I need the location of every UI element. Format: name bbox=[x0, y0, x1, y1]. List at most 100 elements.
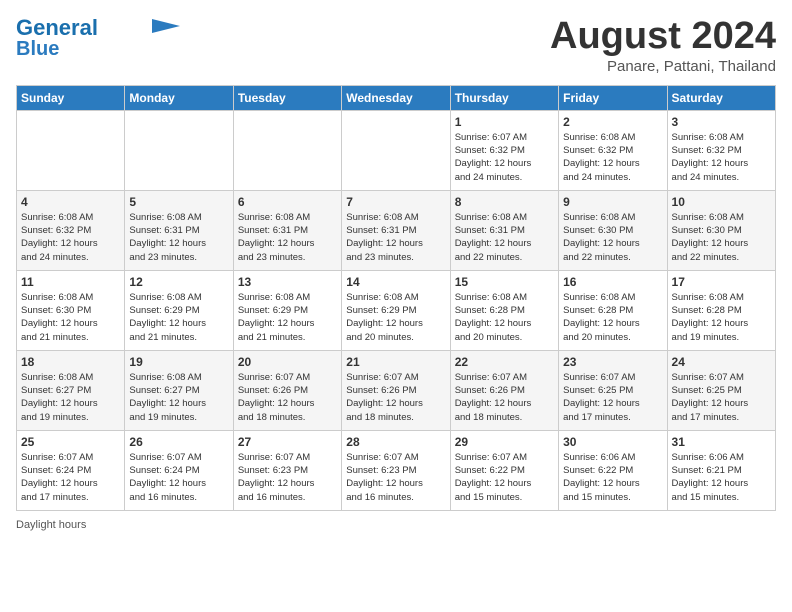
day-number: 20 bbox=[238, 355, 337, 369]
calendar-cell: 19Sunrise: 6:08 AM Sunset: 6:27 PM Dayli… bbox=[125, 350, 233, 430]
day-info: Sunrise: 6:08 AM Sunset: 6:32 PM Dayligh… bbox=[672, 131, 771, 184]
calendar-cell: 15 Sunrise: 6:08 AM Sunset: 6:28 PM Dayli… bbox=[450, 270, 558, 350]
calendar-week-row: 4Sunrise: 6:08 AM Sunset: 6:32 PM Daylig… bbox=[17, 190, 776, 270]
day-info: Sunrise: 6:08 AM Sunset: 6:31 PM Dayligh… bbox=[346, 211, 445, 264]
day-info: Sunrise: 6:08 AM Sunset: 6:31 PM Dayligh… bbox=[455, 211, 554, 264]
day-number: 26 bbox=[129, 435, 228, 449]
calendar-day-header: Tuesday bbox=[233, 85, 341, 110]
calendar-table: SundayMondayTuesdayWednesdayThursdayFrid… bbox=[16, 85, 776, 511]
day-info: Sunrise: 6:08 AM Sunset: 6:32 PM Dayligh… bbox=[563, 131, 662, 184]
day-number: 2 bbox=[563, 115, 662, 129]
day-info: Sunrise: 6:08 AM Sunset: 6:30 PM Dayligh… bbox=[672, 211, 771, 264]
logo-blue-text: Blue bbox=[16, 38, 59, 60]
day-number: 29 bbox=[455, 435, 554, 449]
day-number: 18 bbox=[21, 355, 120, 369]
day-info: Sunrise: 6:07 AM Sunset: 6:26 PM Dayligh… bbox=[238, 371, 337, 424]
calendar-cell: 9 Sunrise: 6:08 AM Sunset: 6:30 PM Daylig… bbox=[559, 190, 667, 270]
day-info: Sunrise: 6:07 AM Sunset: 6:24 PM Dayligh… bbox=[129, 451, 228, 504]
calendar-cell: 28Sunrise: 6:07 AM Sunset: 6:23 PM Dayli… bbox=[342, 430, 450, 510]
day-info: Sunrise: 6:08 AM Sunset: 6:29 PM Dayligh… bbox=[238, 291, 337, 344]
calendar-week-row: 11Sunrise: 6:08 AM Sunset: 6:30 PM Dayli… bbox=[17, 270, 776, 350]
day-info: Sunrise: 6:08 AM Sunset: 6:30 PM Dayligh… bbox=[563, 211, 662, 264]
day-number: 10 bbox=[672, 195, 771, 209]
day-number: 3 bbox=[672, 115, 771, 129]
day-number: 13 bbox=[238, 275, 337, 289]
day-number: 1 bbox=[455, 115, 554, 129]
day-info: Sunrise: 6:06 AM Sunset: 6:21 PM Dayligh… bbox=[672, 451, 771, 504]
day-number: 22 bbox=[455, 355, 554, 369]
calendar-cell: 25Sunrise: 6:07 AM Sunset: 6:24 PM Dayli… bbox=[17, 430, 125, 510]
calendar-day-header: Wednesday bbox=[342, 85, 450, 110]
day-info: Sunrise: 6:08 AM Sunset: 6:28 PM Dayligh… bbox=[455, 291, 554, 344]
day-info: Sunrise: 6:08 AM Sunset: 6:28 PM Dayligh… bbox=[672, 291, 771, 344]
calendar-cell: 1 Sunrise: 6:07 AM Sunset: 6:32 PM Daylig… bbox=[450, 110, 558, 190]
footer-note: Daylight hours bbox=[16, 519, 776, 531]
day-number: 7 bbox=[346, 195, 445, 209]
day-number: 6 bbox=[238, 195, 337, 209]
calendar-cell: 13 Sunrise: 6:08 AM Sunset: 6:29 PM Dayli… bbox=[233, 270, 341, 350]
calendar-cell: 18Sunrise: 6:08 AM Sunset: 6:27 PM Dayli… bbox=[17, 350, 125, 430]
day-info: Sunrise: 6:07 AM Sunset: 6:24 PM Dayligh… bbox=[21, 451, 120, 504]
day-info: Sunrise: 6:07 AM Sunset: 6:25 PM Dayligh… bbox=[563, 371, 662, 424]
calendar-day-header: Friday bbox=[559, 85, 667, 110]
day-info: Sunrise: 6:07 AM Sunset: 6:26 PM Dayligh… bbox=[455, 371, 554, 424]
day-number: 30 bbox=[563, 435, 662, 449]
subtitle: Panare, Pattani, Thailand bbox=[550, 58, 776, 75]
calendar-cell: 21Sunrise: 6:07 AM Sunset: 6:26 PM Dayli… bbox=[342, 350, 450, 430]
calendar-cell: 14 Sunrise: 6:08 AM Sunset: 6:29 PM Dayli… bbox=[342, 270, 450, 350]
day-number: 16 bbox=[563, 275, 662, 289]
logo-text: General bbox=[16, 16, 98, 40]
main-title: August 2024 bbox=[550, 16, 776, 58]
calendar-cell: 22 Sunrise: 6:07 AM Sunset: 6:26 PM Dayli… bbox=[450, 350, 558, 430]
day-number: 8 bbox=[455, 195, 554, 209]
day-info: Sunrise: 6:08 AM Sunset: 6:28 PM Dayligh… bbox=[563, 291, 662, 344]
calendar-cell: 10 Sunrise: 6:08 AM Sunset: 6:30 PM Dayli… bbox=[667, 190, 775, 270]
calendar-day-header: Saturday bbox=[667, 85, 775, 110]
logo-arrow-icon bbox=[152, 19, 180, 33]
calendar-cell: 6 Sunrise: 6:08 AM Sunset: 6:31 PM Daylig… bbox=[233, 190, 341, 270]
calendar-cell: 3 Sunrise: 6:08 AM Sunset: 6:32 PM Daylig… bbox=[667, 110, 775, 190]
day-number: 23 bbox=[563, 355, 662, 369]
day-number: 5 bbox=[129, 195, 228, 209]
day-info: Sunrise: 6:08 AM Sunset: 6:27 PM Dayligh… bbox=[129, 371, 228, 424]
calendar-cell: 30 Sunrise: 6:06 AM Sunset: 6:22 PM Dayli… bbox=[559, 430, 667, 510]
calendar-cell: 24 Sunrise: 6:07 AM Sunset: 6:25 PM Dayli… bbox=[667, 350, 775, 430]
day-number: 27 bbox=[238, 435, 337, 449]
calendar-header-row: SundayMondayTuesdayWednesdayThursdayFrid… bbox=[17, 85, 776, 110]
calendar-cell: 20 Sunrise: 6:07 AM Sunset: 6:26 PM Dayli… bbox=[233, 350, 341, 430]
calendar-cell: 23 Sunrise: 6:07 AM Sunset: 6:25 PM Dayli… bbox=[559, 350, 667, 430]
calendar-week-row: 18 Sunrise: 6:08 AM Sunset: 6:27 PM Dayli… bbox=[17, 350, 776, 430]
calendar-week-row: 25Sunrise: 6:07 AM Sunset: 6:24 PM Dayli… bbox=[17, 430, 776, 510]
day-number: 14 bbox=[346, 275, 445, 289]
calendar-cell: 11Sunrise: 6:08 AM Sunset: 6:30 PM Dayli… bbox=[17, 270, 125, 350]
day-info: Sunrise: 6:07 AM Sunset: 6:32 PM Dayligh… bbox=[455, 131, 554, 184]
calendar-cell: 31 Sunrise: 6:06 AM Sunset: 6:21 PM Dayli… bbox=[667, 430, 775, 510]
day-number: 12 bbox=[129, 275, 228, 289]
calendar-cell bbox=[17, 110, 125, 190]
day-info: Sunrise: 6:08 AM Sunset: 6:31 PM Dayligh… bbox=[129, 211, 228, 264]
day-number: 24 bbox=[672, 355, 771, 369]
calendar-cell: 4Sunrise: 6:08 AM Sunset: 6:32 PM Daylig… bbox=[17, 190, 125, 270]
day-info: Sunrise: 6:08 AM Sunset: 6:32 PM Dayligh… bbox=[21, 211, 120, 264]
calendar-day-header: Thursday bbox=[450, 85, 558, 110]
day-number: 9 bbox=[563, 195, 662, 209]
page-header: General Blue August 2024 Panare, Pattani… bbox=[16, 16, 776, 75]
day-info: Sunrise: 6:08 AM Sunset: 6:31 PM Dayligh… bbox=[238, 211, 337, 264]
title-block: August 2024 Panare, Pattani, Thailand bbox=[550, 16, 776, 75]
day-info: Sunrise: 6:07 AM Sunset: 6:26 PM Dayligh… bbox=[346, 371, 445, 424]
calendar-week-row: 1 Sunrise: 6:07 AM Sunset: 6:32 PM Daylig… bbox=[17, 110, 776, 190]
day-number: 15 bbox=[455, 275, 554, 289]
day-info: Sunrise: 6:07 AM Sunset: 6:25 PM Dayligh… bbox=[672, 371, 771, 424]
calendar-cell: 16 Sunrise: 6:08 AM Sunset: 6:28 PM Dayli… bbox=[559, 270, 667, 350]
day-info: Sunrise: 6:06 AM Sunset: 6:22 PM Dayligh… bbox=[563, 451, 662, 504]
calendar-day-header: Sunday bbox=[17, 85, 125, 110]
day-info: Sunrise: 6:08 AM Sunset: 6:30 PM Dayligh… bbox=[21, 291, 120, 344]
calendar-cell: 12Sunrise: 6:08 AM Sunset: 6:29 PM Dayli… bbox=[125, 270, 233, 350]
calendar-cell bbox=[342, 110, 450, 190]
calendar-cell: 7 Sunrise: 6:08 AM Sunset: 6:31 PM Daylig… bbox=[342, 190, 450, 270]
calendar-day-header: Monday bbox=[125, 85, 233, 110]
calendar-cell: 2 Sunrise: 6:08 AM Sunset: 6:32 PM Daylig… bbox=[559, 110, 667, 190]
day-number: 31 bbox=[672, 435, 771, 449]
day-info: Sunrise: 6:08 AM Sunset: 6:29 PM Dayligh… bbox=[346, 291, 445, 344]
day-info: Sunrise: 6:07 AM Sunset: 6:23 PM Dayligh… bbox=[238, 451, 337, 504]
